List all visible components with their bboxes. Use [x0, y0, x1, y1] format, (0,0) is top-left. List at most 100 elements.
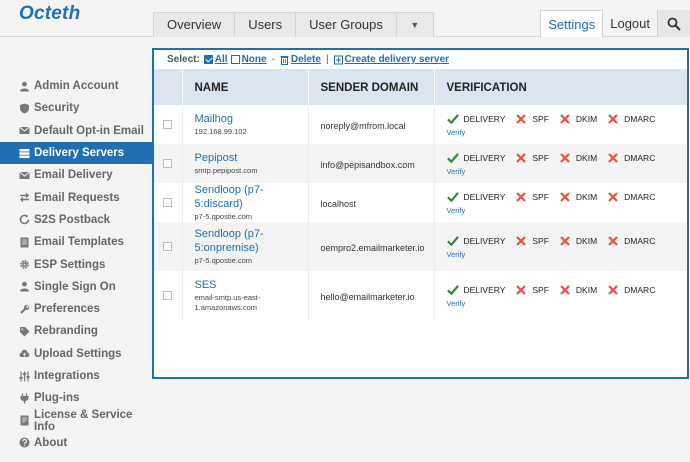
sidebar-item-admin-account[interactable]: Admin Account — [0, 75, 152, 97]
sender-domain: noreply@mfrom.local — [320, 120, 406, 131]
nav-users[interactable]: Users — [235, 13, 297, 37]
app-logo[interactable]: Octeth — [19, 3, 80, 25]
select-all-link[interactable]: All — [215, 50, 228, 69]
search-icon — [667, 17, 681, 31]
row-checkbox-cell — [154, 183, 183, 222]
sidebar-item-label: About — [34, 436, 68, 449]
verification-label: DMARC — [624, 235, 656, 246]
verification-label: SPF — [532, 235, 549, 246]
verification-cell: DELIVERY SPF DKIM DMARC Verify — [434, 105, 687, 144]
sidebar-item-preferences[interactable]: Preferences — [0, 298, 152, 320]
plug-icon — [19, 393, 30, 404]
sidebar-item-label: Rebranding — [34, 325, 98, 338]
table-row: Sendloop (p7-5:discard) p7-5.qpostie.com l… — [154, 183, 687, 222]
cross-icon — [515, 113, 527, 125]
server-name-link[interactable]: Sendloop (p7-5:discard) — [195, 183, 308, 211]
sidebar-item-delivery-servers[interactable]: Delivery Servers — [0, 141, 152, 165]
cross-icon — [515, 191, 527, 203]
sidebar-item-label: Default Opt-in Email — [34, 124, 144, 137]
row-checkbox[interactable] — [163, 241, 173, 251]
verification-cell: DELIVERY SPF DKIM DMARC Verify — [434, 222, 687, 271]
sidebar-item-license-service-info[interactable]: License & Service Info — [0, 409, 152, 433]
refresh-icon — [19, 214, 30, 225]
check-icon — [446, 235, 459, 247]
row-checkbox[interactable] — [163, 158, 173, 168]
header-sender-domain[interactable]: SENDER DOMAIN — [308, 70, 435, 105]
main-nav: Overview Users User Groups ▼ — [153, 12, 434, 37]
verification-label: DKIM — [575, 152, 598, 163]
sender-domain: info@pepisandbox.com — [320, 159, 415, 170]
sidebar-item-security[interactable]: Security — [0, 97, 152, 119]
nav-settings[interactable]: Settings — [540, 10, 604, 37]
verification-label: DMARC — [624, 113, 656, 124]
sidebar-item-email-templates[interactable]: Email Templates — [0, 231, 152, 253]
row-checkbox[interactable] — [163, 290, 173, 300]
cross-icon — [559, 235, 571, 247]
checkbox-checked-icon — [203, 55, 213, 64]
cross-icon — [515, 284, 527, 296]
sidebar-item-about[interactable]: About — [0, 432, 152, 454]
cross-icon — [559, 113, 571, 125]
delivery-servers-table: NAME SENDER DOMAIN VERIFICATION Mailhog 1… — [154, 70, 687, 320]
sidebar-item-label: S2S Postback — [34, 213, 111, 226]
sidebar-item-upload-settings[interactable]: Upload Settings — [0, 343, 152, 365]
verification-status: DELIVERY SPF DKIM DMARC — [446, 152, 688, 164]
sender-domain-cell: noreply@mfrom.local — [308, 105, 435, 144]
right-nav: Settings Logout — [540, 10, 690, 37]
server-name-link[interactable]: Pepipost — [195, 151, 308, 165]
server-name-link[interactable]: Sendloop (p7-5:onpremise) — [195, 227, 308, 255]
select-none-link[interactable]: None — [242, 50, 267, 69]
row-checkbox[interactable] — [163, 119, 173, 129]
trash-icon — [280, 55, 289, 65]
verification-label: SPF — [532, 191, 549, 202]
verify-link[interactable]: Verify — [447, 299, 688, 308]
chevron-down-icon: ▼ — [410, 20, 420, 30]
sidebar-item-integrations[interactable]: Integrations — [0, 365, 152, 387]
search-button[interactable] — [657, 10, 690, 37]
nav-logout[interactable]: Logout — [603, 10, 657, 37]
server-host: email-smtp.us-east-1.amazonaws.com — [194, 293, 261, 312]
row-checkbox-cell — [154, 271, 183, 320]
checkbox-empty-icon — [230, 55, 240, 64]
server-name-cell: Sendloop (p7-5:discard) p7-5.qpostie.com — [182, 183, 309, 222]
delivery-servers-panel: Select: All None - Delete | Create deliv… — [152, 48, 689, 379]
sidebar-item-email-delivery[interactable]: Email Delivery — [0, 164, 152, 186]
check-icon — [446, 191, 459, 203]
create-delivery-server-link[interactable]: Create delivery server — [345, 50, 450, 69]
delete-link[interactable]: Delete — [291, 50, 321, 69]
sidebar-item-email-requests[interactable]: Email Requests — [0, 186, 152, 208]
verification-label: DELIVERY — [463, 113, 506, 124]
verify-link[interactable]: Verify — [447, 206, 688, 215]
nav-more-dropdown[interactable]: ▼ — [397, 13, 433, 37]
verify-link[interactable]: Verify — [447, 167, 688, 176]
sidebar-item-esp-settings[interactable]: ESP Settings — [0, 253, 152, 275]
sidebar-item-rebranding[interactable]: Rebranding — [0, 320, 152, 342]
verification-label: DKIM — [575, 235, 598, 246]
verification-status: DELIVERY SPF DKIM DMARC — [446, 235, 688, 247]
shield-icon — [19, 103, 30, 114]
verify-link[interactable]: Verify — [447, 250, 688, 259]
cloud-upload-icon — [19, 348, 30, 359]
sidebar-item-single-sign-on[interactable]: Single Sign On — [0, 276, 152, 298]
sender-domain: hello@emailmarketer.io — [320, 291, 415, 302]
sliders-icon — [19, 371, 30, 382]
server-name-cell: Sendloop (p7-5:onpremise) p7-5.qpostie.co… — [182, 222, 309, 271]
sidebar-item-plug-ins[interactable]: Plug-ins — [0, 387, 152, 409]
sender-domain-cell: hello@emailmarketer.io — [308, 271, 435, 320]
server-name-link[interactable]: Mailhog — [195, 112, 308, 126]
header-name[interactable]: NAME — [182, 70, 309, 105]
sidebar-item-label: Email Delivery — [34, 169, 113, 182]
nav-overview[interactable]: Overview — [154, 13, 236, 37]
sidebar-item-label: Admin Account — [34, 80, 119, 93]
question-icon — [19, 437, 30, 448]
verification-status: DELIVERY SPF DKIM DMARC — [446, 113, 688, 125]
verify-link[interactable]: Verify — [447, 128, 688, 137]
server-name-link[interactable]: SES — [195, 278, 308, 292]
verification-label: DELIVERY — [463, 152, 506, 163]
nav-user-groups[interactable]: User Groups — [296, 13, 397, 37]
row-checkbox[interactable] — [163, 197, 173, 207]
sidebar-item-default-opt-in-email[interactable]: Default Opt-in Email — [0, 120, 152, 142]
check-icon — [446, 113, 459, 125]
cross-icon — [607, 152, 619, 164]
sidebar-item-s2s-postback[interactable]: S2S Postback — [0, 209, 152, 231]
